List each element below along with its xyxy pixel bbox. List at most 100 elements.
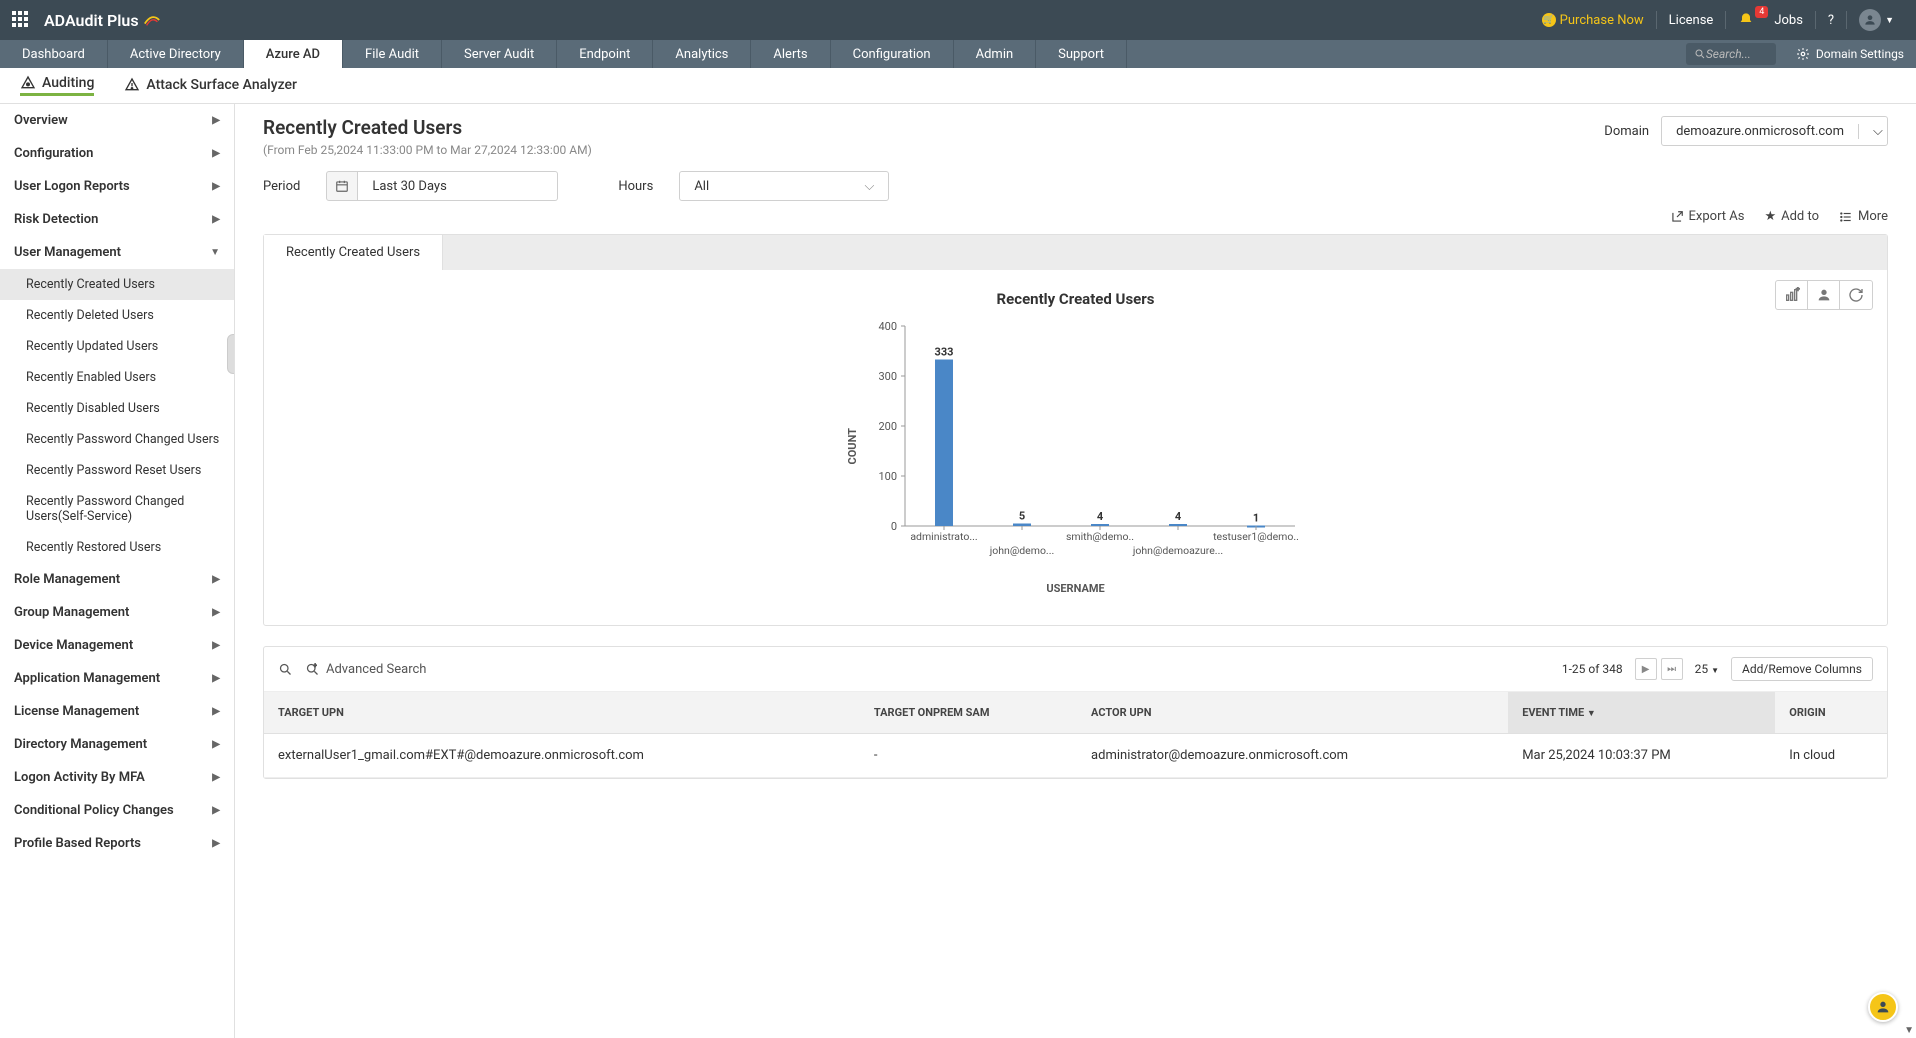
sidebar-cat-profile-based-reports[interactable]: Profile Based Reports▶ (0, 827, 234, 860)
sidebar-collapse-handle[interactable] (227, 334, 235, 374)
sidebar-item-recently-restored-users[interactable]: Recently Restored Users (0, 532, 234, 563)
svg-text:300: 300 (878, 370, 897, 383)
sidebar-cat-role-management[interactable]: Role Management▶ (0, 563, 234, 596)
help-icon[interactable]: ? (1818, 13, 1844, 28)
chart-y-axis-label: COUNT (846, 428, 859, 464)
add-to-link[interactable]: ★Add to (1764, 209, 1819, 224)
bar[interactable] (1169, 524, 1187, 526)
nav-tab-admin[interactable]: Admin (954, 40, 1037, 68)
search-input[interactable] (1706, 47, 1766, 61)
domain-settings-link[interactable]: Domain Settings (1784, 40, 1916, 68)
nav-tab-support[interactable]: Support (1036, 40, 1127, 68)
domain-dropdown[interactable]: demoazure.onmicrosoft.com ⌵ (1661, 116, 1888, 146)
user-menu[interactable]: ▼ (1849, 9, 1904, 31)
notifications-icon[interactable]: 4 (1728, 12, 1764, 28)
chevron-icon: ▼ (210, 247, 220, 258)
bar-chart: 0100200300400333administrato...5john@dem… (865, 316, 1305, 576)
global-search[interactable] (1686, 43, 1776, 65)
license-link[interactable]: License (1659, 13, 1724, 28)
col-event-time[interactable]: EVENT TIME ▼ (1508, 692, 1775, 734)
nav-tab-active-directory[interactable]: Active Directory (108, 40, 244, 68)
page-size-dropdown[interactable]: 25 ▼ (1695, 662, 1719, 676)
sidebar-cat-device-management[interactable]: Device Management▶ (0, 629, 234, 662)
chevron-icon: ▶ (212, 574, 220, 585)
table-row[interactable]: externalUser1_gmail.com#EXT#@demoazure.o… (264, 734, 1887, 778)
nav-tab-azure-ad[interactable]: Azure AD (244, 40, 343, 68)
chevron-icon: ▶ (212, 640, 220, 651)
nav-tab-dashboard[interactable]: Dashboard (0, 40, 108, 68)
chevron-icon: ▶ (212, 115, 220, 126)
col-origin[interactable]: ORIGIN (1775, 692, 1887, 734)
panel-tab-recently-created[interactable]: Recently Created Users (264, 235, 443, 270)
bar[interactable] (935, 360, 953, 527)
sidebar-cat-user-management[interactable]: User Management▼ (0, 236, 234, 269)
calendar-icon[interactable] (326, 171, 358, 201)
pager-next-icon[interactable]: ▶ (1635, 658, 1657, 680)
list-icon (1839, 210, 1853, 224)
sidebar-cat-configuration[interactable]: Configuration▶ (0, 137, 234, 170)
nav-tab-endpoint[interactable]: Endpoint (557, 40, 653, 68)
sidebar-cat-user-logon-reports[interactable]: User Logon Reports▶ (0, 170, 234, 203)
svg-text:333: 333 (935, 346, 954, 359)
subnav-auditing[interactable]: Auditing (20, 75, 94, 96)
sidebar-item-recently-updated-users[interactable]: Recently Updated Users (0, 331, 234, 362)
sidebar-item-recently-password-changed-users-self-service-[interactable]: Recently Password Changed Users(Self-Ser… (0, 486, 234, 532)
pager-last-icon[interactable]: ⏭ (1661, 658, 1683, 680)
nav-tab-configuration[interactable]: Configuration (831, 40, 954, 68)
purchase-now-link[interactable]: 🛒Purchase Now (1532, 13, 1654, 28)
sidebar-item-recently-password-reset-users[interactable]: Recently Password Reset Users (0, 455, 234, 486)
nav-tab-server-audit[interactable]: Server Audit (442, 40, 557, 68)
sidebar-cat-application-management[interactable]: Application Management▶ (0, 662, 234, 695)
col-target-onprem-sam[interactable]: TARGET ONPREM SAM (860, 692, 1077, 734)
cell-target_upn: externalUser1_gmail.com#EXT#@demoazure.o… (264, 734, 860, 778)
jobs-link[interactable]: Jobs (1764, 13, 1813, 28)
bar[interactable] (1013, 524, 1031, 527)
results-table: TARGET UPNTARGET ONPREM SAMACTOR UPNEVEN… (264, 692, 1887, 778)
export-as-link[interactable]: Export As (1670, 209, 1745, 224)
sidebar-cat-risk-detection[interactable]: Risk Detection▶ (0, 203, 234, 236)
hours-dropdown[interactable]: All ⌵ (679, 171, 889, 201)
sidebar-item-recently-created-users[interactable]: Recently Created Users (0, 269, 234, 300)
col-actor-upn[interactable]: ACTOR UPN (1077, 692, 1508, 734)
period-dropdown[interactable]: Last 30 Days (358, 171, 558, 201)
warning-icon (124, 77, 140, 93)
search-icon[interactable] (278, 662, 293, 677)
scroll-indicator-icon: ▼ (1904, 1025, 1914, 1036)
sidebar-item-recently-enabled-users[interactable]: Recently Enabled Users (0, 362, 234, 393)
advanced-search-link[interactable]: +Advanced Search (305, 662, 426, 677)
sidebar-item-recently-deleted-users[interactable]: Recently Deleted Users (0, 300, 234, 331)
nav-tab-alerts[interactable]: Alerts (751, 40, 830, 68)
chart-add-icon[interactable]: + (1776, 281, 1808, 309)
add-remove-columns-button[interactable]: Add/Remove Columns (1731, 657, 1873, 681)
chevron-icon: ▶ (212, 673, 220, 684)
data-table-card: +Advanced Search 1-25 of 348 ▶ ⏭ 25 ▼ Ad… (263, 646, 1888, 779)
subnav-attack-surface[interactable]: Attack Surface Analyzer (124, 77, 297, 95)
sidebar-cat-directory-management[interactable]: Directory Management▶ (0, 728, 234, 761)
bar[interactable] (1091, 524, 1109, 526)
chart-refresh-icon[interactable] (1840, 281, 1872, 309)
nav-tab-analytics[interactable]: Analytics (653, 40, 751, 68)
cell-time: Mar 25,2024 10:03:37 PM (1508, 734, 1775, 778)
sidebar-item-recently-disabled-users[interactable]: Recently Disabled Users (0, 393, 234, 424)
sidebar-cat-group-management[interactable]: Group Management▶ (0, 596, 234, 629)
sidebar-cat-conditional-policy-changes[interactable]: Conditional Policy Changes▶ (0, 794, 234, 827)
apps-grid-icon[interactable] (12, 11, 30, 29)
sidebar-cat-license-management[interactable]: License Management▶ (0, 695, 234, 728)
chart-x-axis-label: USERNAME (294, 582, 1857, 595)
sidebar: Overview▶Configuration▶User Logon Report… (0, 104, 235, 1038)
svg-text:0: 0 (891, 520, 897, 533)
chart-user-icon[interactable] (1808, 281, 1840, 309)
svg-text:john@demoazure...: john@demoazure... (1132, 544, 1223, 557)
cell-actor: administrator@demoazure.onmicrosoft.com (1077, 734, 1508, 778)
chevron-down-icon: ⌵ (1858, 124, 1887, 139)
chart-panel: Recently Created Users + Recently Create… (263, 234, 1888, 626)
sidebar-cat-logon-activity-by-mfa[interactable]: Logon Activity By MFA▶ (0, 761, 234, 794)
cart-icon: 🛒 (1542, 13, 1556, 27)
sidebar-item-recently-password-changed-users[interactable]: Recently Password Changed Users (0, 424, 234, 455)
col-target-upn[interactable]: TARGET UPN (264, 692, 860, 734)
svg-text:400: 400 (878, 320, 897, 333)
more-link[interactable]: More (1839, 209, 1888, 224)
floating-user-button[interactable] (1868, 992, 1898, 1022)
sidebar-cat-overview[interactable]: Overview▶ (0, 104, 234, 137)
nav-tab-file-audit[interactable]: File Audit (343, 40, 442, 68)
